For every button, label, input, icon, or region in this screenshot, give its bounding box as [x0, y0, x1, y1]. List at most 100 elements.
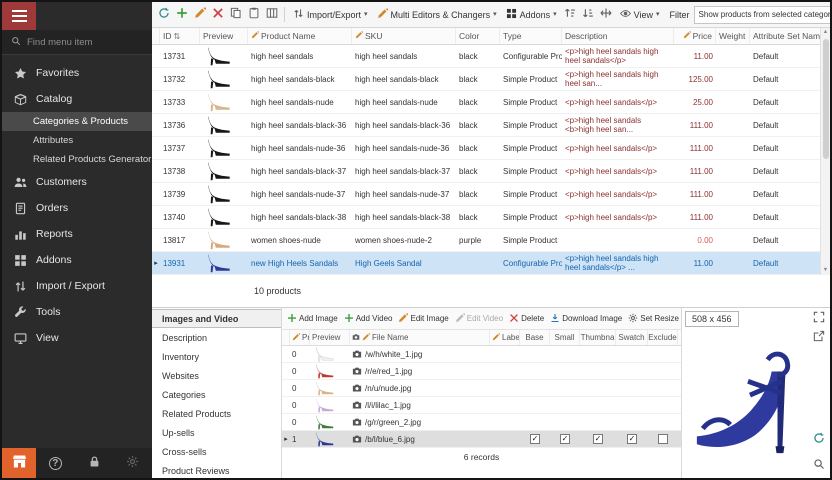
image-row[interactable]: 0/n/u/nude.jpg: [282, 380, 681, 397]
column-header-name[interactable]: Product Name: [248, 28, 352, 44]
menu-toggle-button[interactable]: [2, 2, 36, 30]
tab-cross-sells[interactable]: Cross-sells: [152, 442, 281, 461]
tab-product-reviews[interactable]: Product Reviews: [152, 461, 281, 478]
exclude-checkbox[interactable]: [658, 434, 668, 444]
category-filter-select[interactable]: Show products from selected categories ▾: [694, 6, 830, 24]
image-column-header-swatch[interactable]: Swatch: [616, 330, 648, 345]
sort-ascending-button[interactable]: [562, 5, 579, 25]
product-row-13737[interactable]: 13737high heel sandals-nude-36high heel …: [152, 137, 830, 160]
tab-categories[interactable]: Categories: [152, 385, 281, 404]
help-button[interactable]: ?: [36, 448, 75, 478]
column-header-attribute_set[interactable]: Attribute Set Name: [750, 28, 822, 44]
image-column-header-small[interactable]: Small: [550, 330, 580, 345]
download-image-button[interactable]: Download Image: [550, 313, 622, 325]
view-menu-button[interactable]: View ▾: [616, 5, 664, 25]
column-header-description[interactable]: Description: [562, 28, 674, 44]
edit-video-button[interactable]: Edit Video: [455, 313, 503, 325]
store-button[interactable]: [2, 448, 36, 478]
column-header-id[interactable]: ID⇅: [160, 28, 200, 44]
sidebar-subitem-categories-products[interactable]: Categories & Products: [2, 112, 152, 131]
column-header-type[interactable]: Type: [500, 28, 562, 44]
refresh-preview-button[interactable]: [811, 432, 827, 446]
image-column-header-preview[interactable]: Preview: [310, 330, 350, 345]
image-row[interactable]: 0/g/r/green_2.jpg: [282, 414, 681, 431]
image-column-header-thumbnail[interactable]: Thumbna: [580, 330, 616, 345]
add-image-button[interactable]: Add Image: [287, 313, 338, 325]
sidebar-item-tools[interactable]: Tools: [2, 299, 152, 325]
delete-image-button[interactable]: Delete: [509, 313, 544, 325]
product-row-13739[interactable]: 13739high heel sandals-nude-37high heel …: [152, 183, 830, 206]
sidebar-item-view[interactable]: View: [2, 325, 152, 351]
set-resize-rule-button[interactable]: Set Resize Rule: [628, 313, 681, 325]
sidebar-item-reports[interactable]: Reports: [2, 221, 152, 247]
sidebar-subitem-attributes[interactable]: Attributes: [2, 131, 152, 150]
edit-product-button[interactable]: [191, 5, 208, 25]
sidebar-item-catalog[interactable]: Catalog: [2, 86, 152, 112]
lock-button[interactable]: [75, 448, 114, 478]
column-header-price[interactable]: Price: [674, 28, 716, 44]
refresh-button[interactable]: [155, 5, 172, 25]
product-thumbnail: [203, 70, 233, 89]
column-header-weight[interactable]: Weight: [716, 28, 750, 44]
paste-button[interactable]: [245, 5, 262, 25]
product-row-13817[interactable]: 13817women shoes-nudewomen shoes-nude-2p…: [152, 229, 830, 252]
thumbnail-checkbox[interactable]: ✓: [593, 434, 603, 444]
image-column-header-exclude[interactable]: Exclude: [648, 330, 678, 345]
product-price: 111.00: [674, 206, 716, 228]
tab-description[interactable]: Description: [152, 328, 281, 347]
product-row-13931[interactable]: ▸13931new High Heels SandalsHigh Geels S…: [152, 252, 830, 275]
image-column-header-file[interactable]: File Name: [350, 330, 490, 345]
fullscreen-button[interactable]: [811, 311, 827, 325]
menu-search-input[interactable]: [27, 37, 143, 48]
product-row-13731[interactable]: 13731high heel sandalshigh heel sandalsb…: [152, 45, 830, 68]
edit-image-button[interactable]: Edit Image: [398, 313, 448, 325]
image-column-header-label[interactable]: Label: [490, 330, 520, 345]
scrollbar-thumb[interactable]: [823, 39, 829, 159]
sidebar-item-addons[interactable]: Addons: [2, 247, 152, 273]
product-row-13736[interactable]: 13736high heel sandals-black-36high heel…: [152, 114, 830, 137]
sidebar-item-favorites[interactable]: Favorites: [2, 60, 152, 86]
add-video-button[interactable]: Add Video: [344, 313, 393, 325]
image-size-field[interactable]: 508 x 456: [685, 311, 739, 327]
swatch-checkbox[interactable]: ✓: [627, 434, 637, 444]
columns-button[interactable]: [263, 5, 280, 25]
image-column-header-base[interactable]: Base: [520, 330, 550, 345]
column-header-sku[interactable]: SKU: [352, 28, 456, 44]
base-checkbox[interactable]: ✓: [530, 434, 540, 444]
multi-editors-menu-button[interactable]: Multi Editors & Changers ▾: [373, 5, 501, 25]
product-row-13738[interactable]: 13738high heel sandals-black-37high heel…: [152, 160, 830, 183]
addons-menu-button[interactable]: Addons ▾: [502, 5, 561, 25]
small-checkbox[interactable]: ✓: [560, 434, 570, 444]
sidebar-item-customers[interactable]: Customers: [2, 169, 152, 195]
tab-websites[interactable]: Websites: [152, 366, 281, 385]
tab-images-and-video[interactable]: Images and Video: [152, 309, 281, 328]
product-row-13732[interactable]: 13732high heel sandals-blackhigh heel sa…: [152, 68, 830, 91]
tab-up-sells[interactable]: Up-sells: [152, 423, 281, 442]
vertical-scrollbar[interactable]: ▲ ▼: [820, 28, 830, 275]
zoom-button[interactable]: [811, 458, 827, 472]
image-column-header-pr[interactable]: Pr: [290, 330, 310, 345]
sidebar-subitem-related-products-generator[interactable]: Related Products Generator: [2, 150, 152, 169]
autosize-columns-button[interactable]: [598, 5, 615, 25]
open-external-button[interactable]: [811, 330, 827, 344]
column-header-color[interactable]: Color: [456, 28, 500, 44]
scroll-up-arrow[interactable]: ▲: [823, 28, 828, 37]
image-row[interactable]: 0/r/e/red_1.jpg: [282, 363, 681, 380]
import-export-menu-button[interactable]: Import/Export ▾: [289, 5, 372, 25]
add-product-button[interactable]: [173, 5, 190, 25]
image-row[interactable]: 0/l/i/lilac_1.jpg: [282, 397, 681, 414]
settings-button[interactable]: [113, 448, 152, 478]
product-row-13733[interactable]: 13733high heel sandals-nudehigh heel san…: [152, 91, 830, 114]
image-row[interactable]: 0/w/h/white_1.jpg: [282, 346, 681, 363]
column-header-preview[interactable]: Preview: [200, 28, 248, 44]
scroll-down-arrow[interactable]: ▼: [823, 266, 828, 275]
delete-product-button[interactable]: [209, 5, 226, 25]
product-row-13740[interactable]: 13740high heel sandals-black-38high heel…: [152, 206, 830, 229]
image-row[interactable]: ▸1/b/l/blue_6.jpg✓✓✓✓: [282, 431, 681, 448]
copy-button[interactable]: [227, 5, 244, 25]
tab-inventory[interactable]: Inventory: [152, 347, 281, 366]
sort-descending-button[interactable]: [580, 5, 597, 25]
sidebar-item-import-export[interactable]: Import / Export: [2, 273, 152, 299]
sidebar-item-orders[interactable]: Orders: [2, 195, 152, 221]
tab-related-products[interactable]: Related Products: [152, 404, 281, 423]
